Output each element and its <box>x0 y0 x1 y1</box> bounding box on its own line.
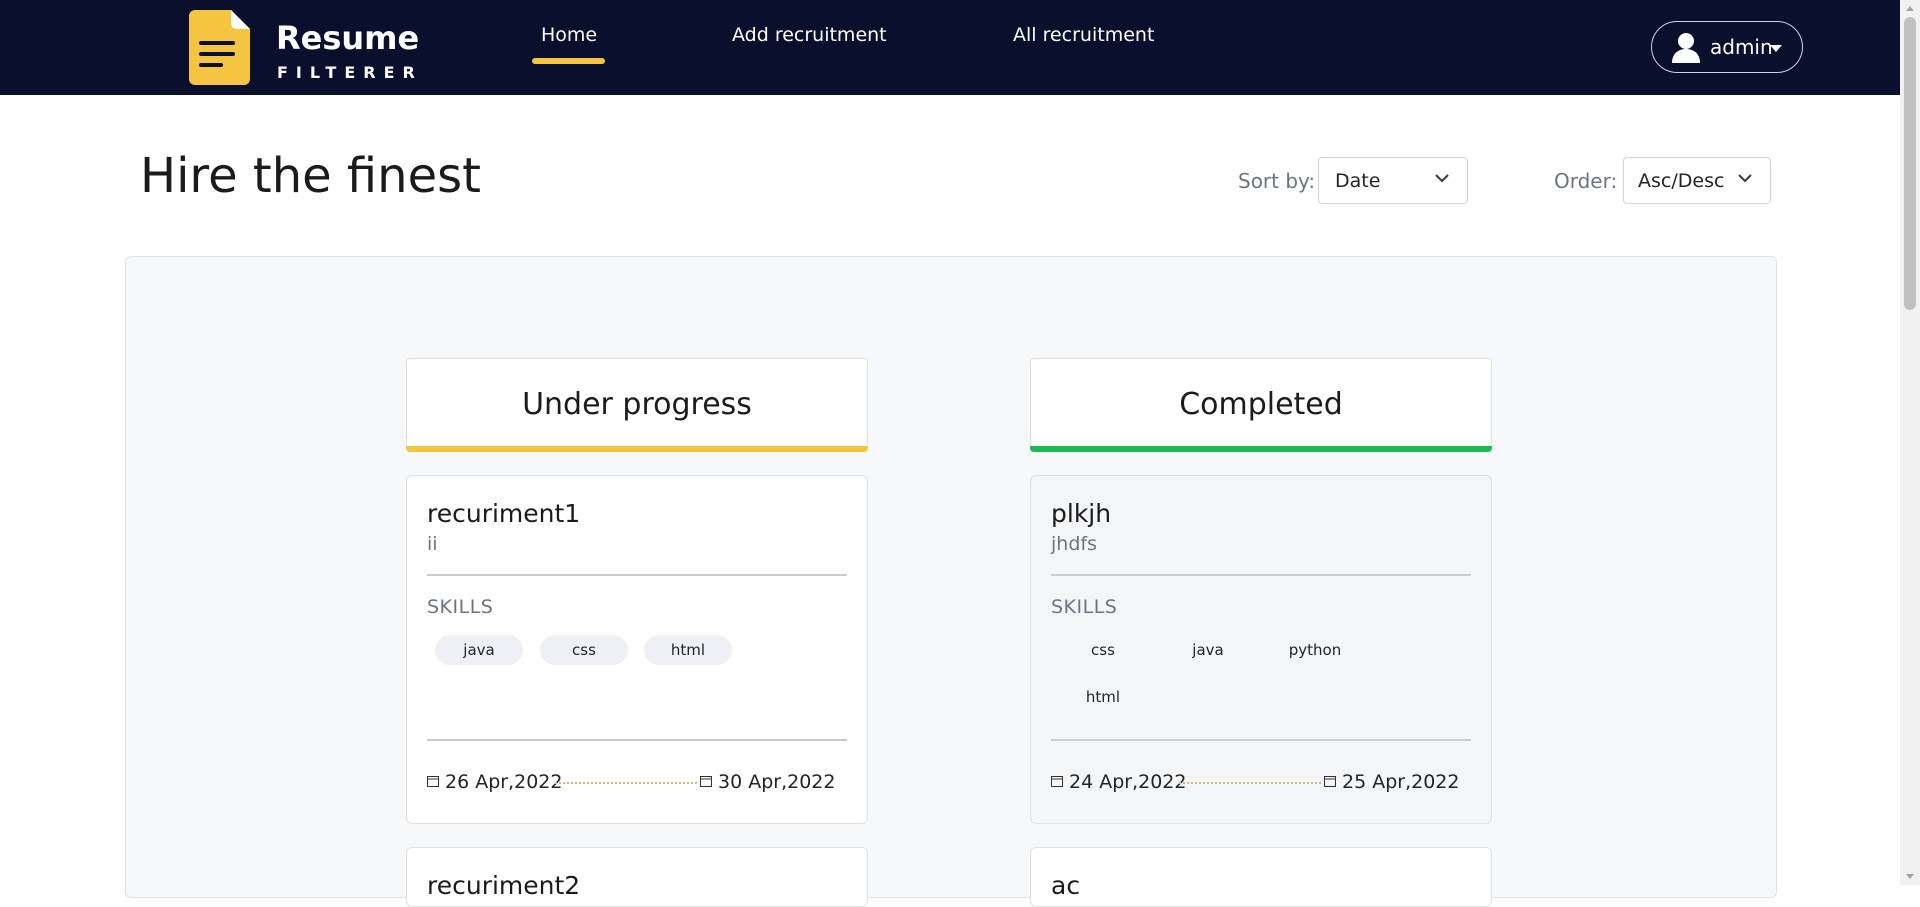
scroll-down-arrow-icon[interactable] <box>1906 874 1914 879</box>
skills-label: SKILLS <box>427 596 494 618</box>
start-date-text: 24 Apr,2022 <box>1069 771 1187 793</box>
order-select[interactable]: Asc/Desc <box>1623 157 1771 204</box>
status-bar-yellow <box>406 446 868 452</box>
end-date: 30 Apr,2022 <box>700 771 835 793</box>
card-subtitle: ii <box>427 533 438 555</box>
active-nav-indicator <box>532 58 605 64</box>
skill-chip: css <box>1091 641 1115 659</box>
column-title: Completed <box>1179 387 1343 422</box>
chevron-down-icon <box>1738 174 1752 183</box>
start-date-text: 26 Apr,2022 <box>445 771 563 793</box>
brand-subtitle: FILTERER <box>277 63 423 82</box>
order-value: Asc/Desc <box>1638 169 1725 192</box>
skills-label: SKILLS <box>1051 596 1118 618</box>
document-icon <box>189 10 250 85</box>
divider <box>1051 739 1471 741</box>
order-label: Order: <box>1554 169 1618 193</box>
skill-chip: html <box>1085 688 1121 706</box>
card-title: ac <box>1051 871 1081 900</box>
sort-by-label: Sort by: <box>1238 169 1316 193</box>
skill-chip: java <box>435 635 523 665</box>
caret-down-icon <box>1770 45 1782 52</box>
date-range-line <box>1179 782 1321 784</box>
end-date-text: 30 Apr,2022 <box>718 771 836 793</box>
nav-link-home[interactable]: Home <box>541 24 597 46</box>
calendar-icon <box>427 776 439 787</box>
sort-by-value: Date <box>1335 169 1381 192</box>
top-navbar: Resume FILTERER Home Add recruitment All… <box>0 0 1900 95</box>
start-date: 26 Apr,2022 <box>427 771 562 793</box>
recruitment-card[interactable]: plkjh jhdfs SKILLS css java python html … <box>1030 475 1492 824</box>
scrollbar-thumb[interactable] <box>1904 17 1916 310</box>
user-name: admin <box>1710 35 1773 59</box>
column-header-completed: Completed <box>1030 358 1492 452</box>
skill-chip: css <box>540 635 628 665</box>
recruitment-card[interactable]: recuriment2 <box>406 847 868 907</box>
nav-link-all-recruitment[interactable]: All recruitment <box>1013 24 1154 46</box>
skill-chip: java <box>1192 641 1224 659</box>
divider <box>427 574 847 576</box>
brand-title: Resume <box>276 19 420 57</box>
brand-logo[interactable]: Resume FILTERER <box>189 10 420 86</box>
skill-chip: python <box>1288 641 1342 659</box>
scroll-up-arrow-icon[interactable] <box>1906 6 1914 11</box>
card-subtitle: jhdfs <box>1051 533 1097 555</box>
calendar-icon <box>1324 776 1336 787</box>
card-title: recuriment2 <box>427 871 581 900</box>
column-header-under-progress: Under progress <box>406 358 868 452</box>
card-title: recuriment1 <box>427 499 581 528</box>
start-date: 24 Apr,2022 <box>1051 771 1186 793</box>
end-date: 25 Apr,2022 <box>1324 771 1459 793</box>
card-title: plkjh <box>1051 499 1112 528</box>
end-date-text: 25 Apr,2022 <box>1342 771 1460 793</box>
calendar-icon <box>700 776 712 787</box>
skill-chip: html <box>644 635 732 665</box>
recruitment-card[interactable]: recuriment1 ii SKILLS java css html 26 A… <box>406 475 868 824</box>
sort-by-select[interactable]: Date <box>1318 157 1468 204</box>
user-icon <box>1672 33 1700 63</box>
recruitment-card[interactable]: ac <box>1030 847 1492 907</box>
calendar-icon <box>1051 776 1063 787</box>
status-bar-green <box>1030 446 1492 452</box>
page-title: Hire the finest <box>140 148 481 204</box>
chevron-down-icon <box>1435 174 1449 183</box>
nav-link-add-recruitment[interactable]: Add recruitment <box>732 24 887 46</box>
divider <box>1051 574 1471 576</box>
recruitment-board <box>125 256 1777 898</box>
user-menu-button[interactable]: admin <box>1651 21 1803 73</box>
vertical-scrollbar[interactable] <box>1900 0 1920 885</box>
column-title: Under progress <box>522 387 752 422</box>
divider <box>427 739 847 741</box>
date-range-line <box>555 782 697 784</box>
